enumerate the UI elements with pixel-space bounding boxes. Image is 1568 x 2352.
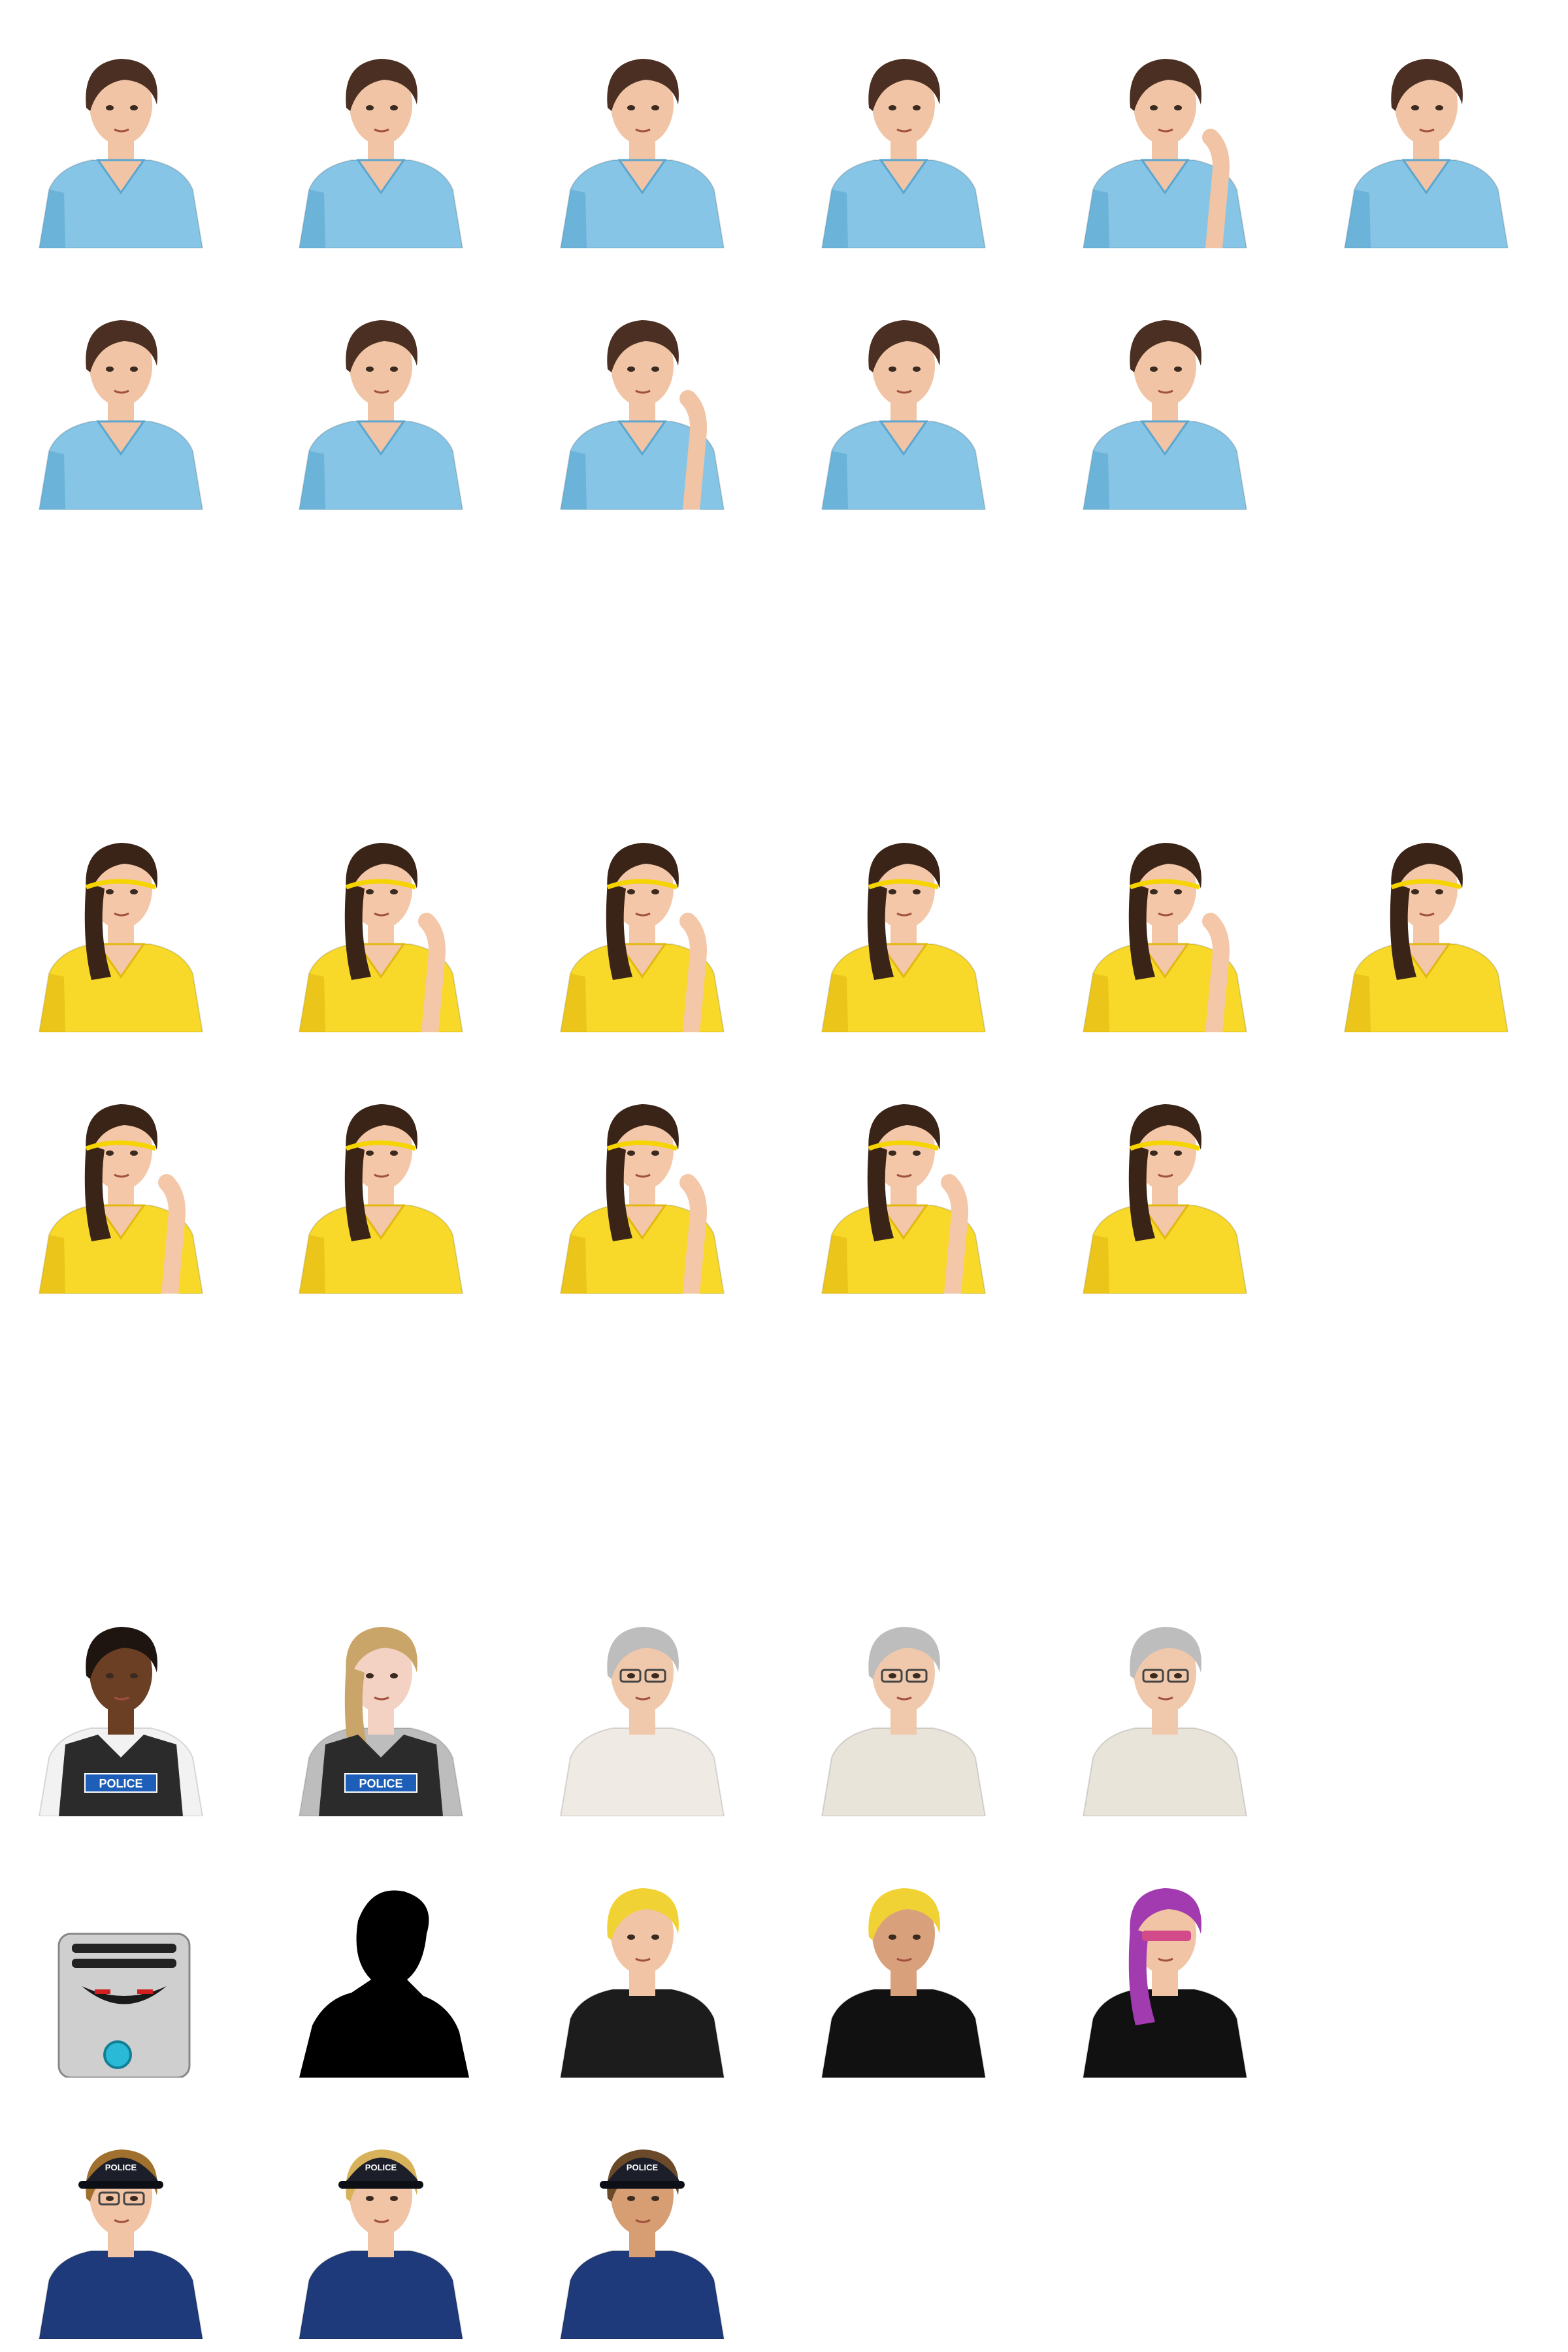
portrait-police-officer-cap-tanned: POLICE (534, 2117, 750, 2339)
boy-portrait-thinking-hand-on-chin (1057, 26, 1273, 248)
svg-text:POLICE: POLICE (627, 2163, 659, 2172)
portrait-grey-haired-man-glasses-dirty-shirt (796, 1594, 1011, 1816)
girl-portrait-sad (1057, 1071, 1273, 1294)
portrait-blonde-man-with-pen (534, 1855, 750, 2078)
portrait-police-officer-cap-glasses: POLICE (13, 2117, 229, 2339)
portrait-purple-haired-woman-visor (1057, 1855, 1273, 2078)
boy-portrait-talking (273, 26, 489, 248)
portrait-male-police-officer-vest: POLICE (13, 1594, 229, 1816)
police-badge: POLICE (84, 1773, 157, 1793)
boy-portrait-looking-away (534, 26, 750, 248)
portrait-unknown-silhouette (273, 1855, 489, 2078)
boy-portrait-worried (796, 287, 1011, 510)
girl-portrait-side-glance (796, 810, 1011, 1032)
svg-text:POLICE: POLICE (105, 2163, 137, 2172)
girl-portrait-thinking-finger (1057, 810, 1273, 1032)
girl-portrait-head-down (273, 1071, 489, 1294)
girl-portrait-hand-on-cheek (534, 810, 750, 1032)
portrait-grey-haired-man-glasses (534, 1594, 750, 1816)
girl-portrait-finger-raised (534, 1071, 750, 1294)
boy-portrait-neutral-2 (796, 26, 1011, 248)
girl-portrait-hand-near-face (13, 1071, 229, 1294)
sprite-sheet: POLICE POLICE POLICE POLICE POLICE (0, 0, 1568, 2352)
svg-text:POLICE: POLICE (365, 2163, 397, 2172)
girl-portrait-neutral (13, 810, 229, 1032)
portrait-police-officer-cap: POLICE (273, 2117, 489, 2339)
boy-portrait-raised-fist (534, 287, 750, 510)
svg-text:POLICE: POLICE (99, 1777, 142, 1790)
boy-portrait-neutral (13, 26, 229, 248)
portrait-female-police-officer-vest: POLICE (273, 1594, 489, 1816)
svg-text:POLICE: POLICE (359, 1777, 402, 1790)
boy-portrait-head-down (273, 287, 489, 510)
boy-portrait-smile (13, 287, 229, 510)
boy-portrait-sad (1057, 287, 1273, 510)
girl-portrait-looking-away (1318, 810, 1534, 1032)
boy-portrait-side-glance (1318, 26, 1534, 248)
portrait-blonde-man-black-coat (796, 1855, 1011, 2078)
police-badge: POLICE (344, 1773, 417, 1793)
portrait-robot-toaster (13, 1855, 229, 2078)
girl-portrait-hand-to-mouth (273, 810, 489, 1032)
portrait-grey-haired-man-glasses-dirty-shirt-2 (1057, 1594, 1273, 1816)
girl-portrait-arm-over-eyes (796, 1071, 1011, 1294)
